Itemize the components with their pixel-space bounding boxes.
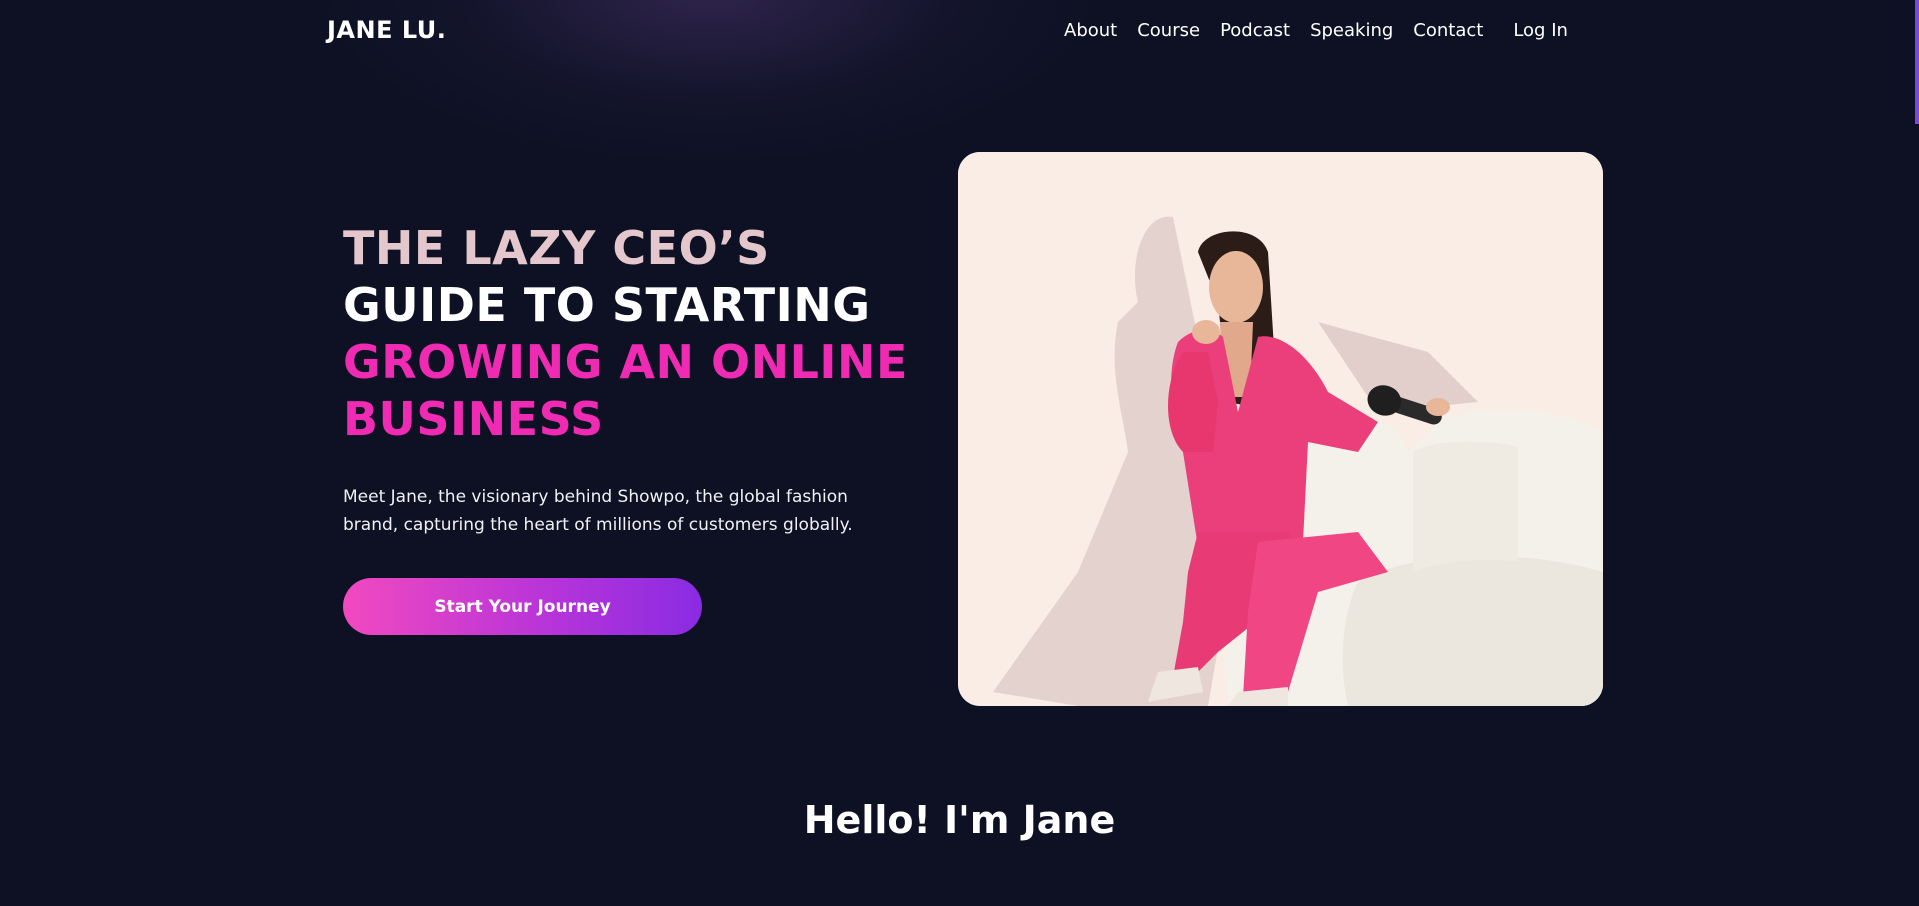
nav-link-speaking[interactable]: Speaking bbox=[1310, 20, 1393, 41]
login-link[interactable]: Log In bbox=[1513, 20, 1568, 41]
hero-photo bbox=[958, 152, 1603, 706]
headline-line-4: BUSINESS bbox=[343, 392, 604, 446]
main-nav: About Course Podcast Speaking Contact Lo… bbox=[1064, 20, 1568, 41]
site-logo[interactable]: JANE LU. bbox=[327, 16, 446, 44]
page: JANE LU. About Course Podcast Speaking C… bbox=[0, 0, 1919, 906]
scrollbar-thumb[interactable] bbox=[1915, 0, 1919, 124]
nav-link-course[interactable]: Course bbox=[1137, 20, 1200, 41]
nav-link-podcast[interactable]: Podcast bbox=[1220, 20, 1290, 41]
headline-line-2: GUIDE TO STARTING bbox=[343, 278, 871, 332]
start-journey-button[interactable]: Start Your Journey bbox=[343, 578, 702, 635]
hero-intro: Meet Jane, the visionary behind Showpo, … bbox=[343, 487, 853, 535]
nav-link-contact[interactable]: Contact bbox=[1413, 20, 1483, 41]
hero-headline: THE LAZY CEO’S GUIDE TO STARTING GROWING… bbox=[343, 220, 908, 448]
headline-line-1: THE LAZY CEO’S bbox=[343, 221, 770, 275]
about-section-title: Hello! I'm Jane bbox=[803, 798, 1116, 842]
headline-line-3: GROWING AN ONLINE bbox=[343, 335, 908, 389]
nav-link-about[interactable]: About bbox=[1064, 20, 1117, 41]
